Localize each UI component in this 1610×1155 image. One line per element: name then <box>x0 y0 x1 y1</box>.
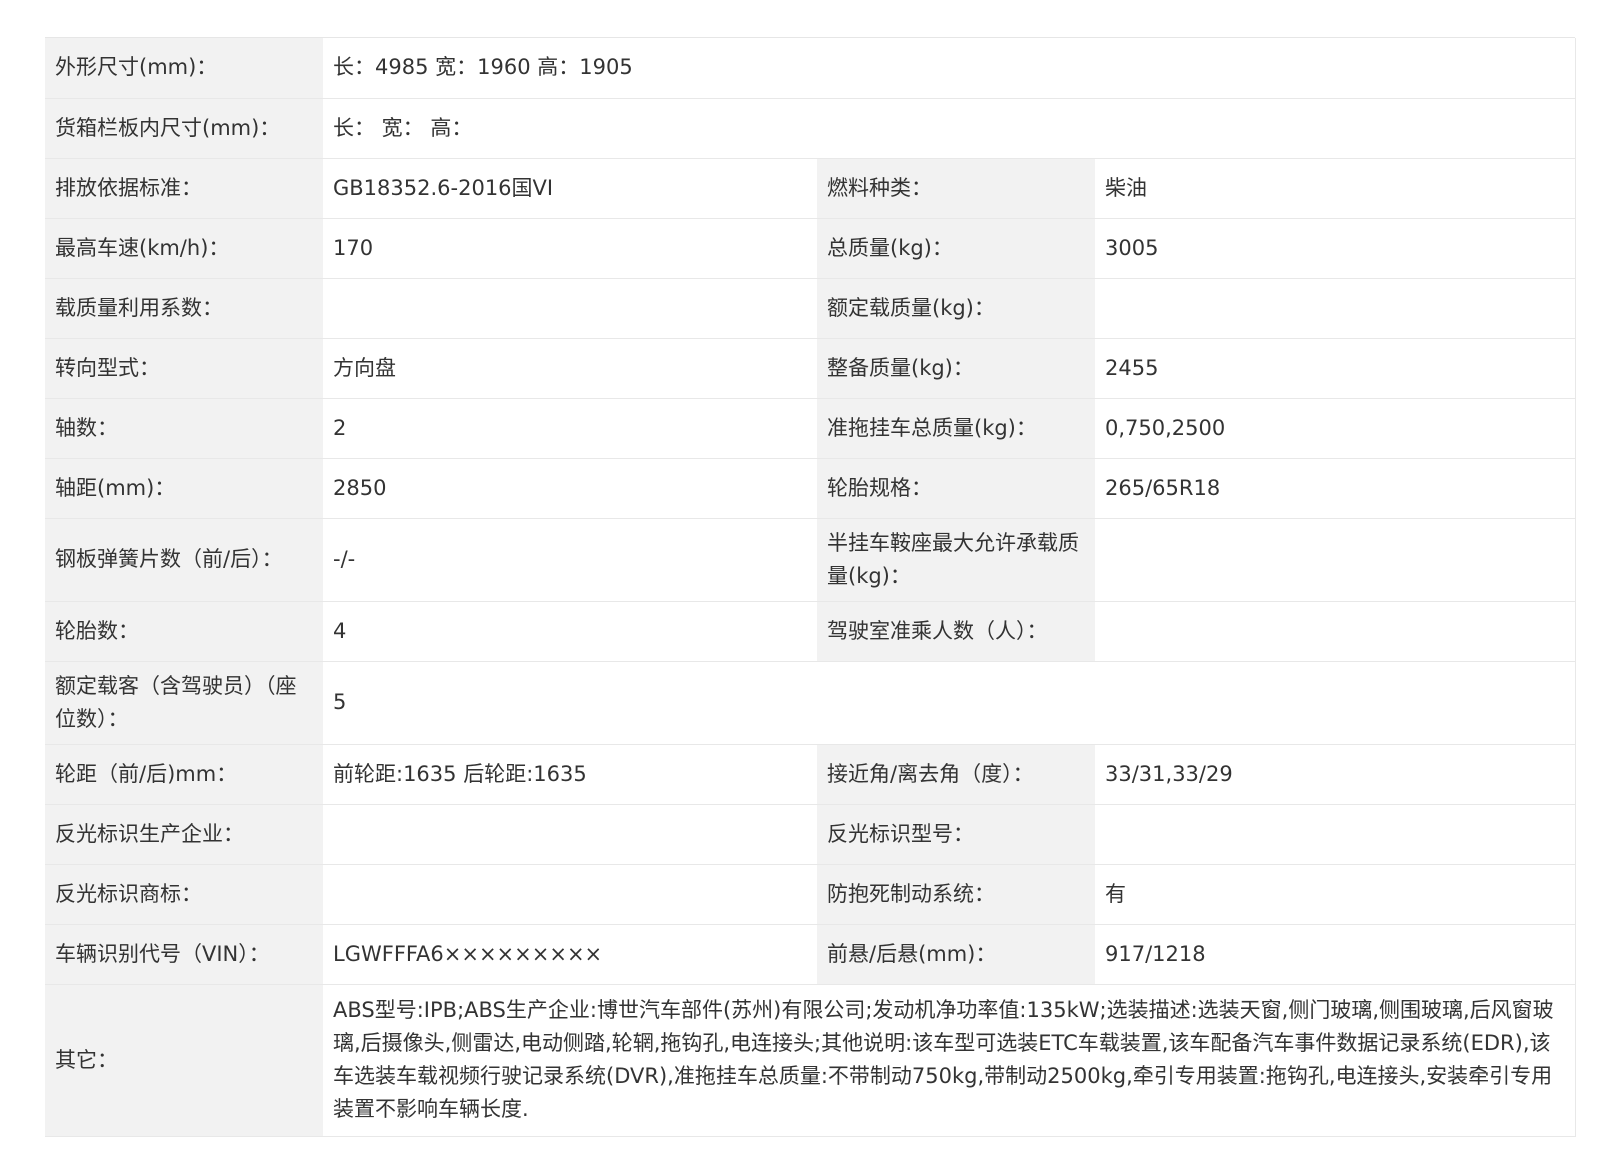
spec-value: 方向盘 <box>323 338 817 399</box>
spec-row: 轮胎数： 4 驾驶室准乘人数（人）： <box>45 601 1576 662</box>
spec-value: 长：4985 宽：1960 高：1905 <box>323 38 1576 99</box>
spec-label: 车辆识别代号（VIN）： <box>45 924 323 985</box>
spec-label: 外形尺寸(mm)： <box>45 38 323 99</box>
spec-label: 准拖挂车总质量(kg)： <box>817 398 1095 459</box>
spec-label: 驾驶室准乘人数（人）： <box>817 601 1095 662</box>
spec-label: 轴数： <box>45 398 323 459</box>
spec-label: 额定载客（含驾驶员）（座位数）： <box>45 661 323 745</box>
spec-row: 钢板弹簧片数（前/后）： -/- 半挂车鞍座最大允许承载质量(kg)： <box>45 518 1576 602</box>
spec-row: 外形尺寸(mm)： 长：4985 宽：1960 高：1905 <box>45 38 1576 99</box>
spec-row: 货箱栏板内尺寸(mm)： 长： 宽： 高： <box>45 98 1576 159</box>
spec-value <box>323 804 817 865</box>
spec-label: 整备质量(kg)： <box>817 338 1095 399</box>
spec-value: 2850 <box>323 458 817 519</box>
spec-label: 前悬/后悬(mm)： <box>817 924 1095 985</box>
spec-value: 2455 <box>1095 338 1576 399</box>
spec-label: 半挂车鞍座最大允许承载质量(kg)： <box>817 518 1095 602</box>
spec-label: 轮胎规格： <box>817 458 1095 519</box>
spec-row: 轴数： 2 准拖挂车总质量(kg)： 0,750,2500 <box>45 398 1576 459</box>
spec-row: 车辆识别代号（VIN）： LGWFFFA6××××××××× 前悬/后悬(mm)： 9… <box>45 924 1576 985</box>
spec-row: 反光标识生产企业： 反光标识型号： <box>45 804 1576 865</box>
spec-table: 外形尺寸(mm)： 长：4985 宽：1960 高：1905 货箱栏板内尺寸(mm)… <box>45 38 1576 1137</box>
spec-value: 917/1218 <box>1095 924 1576 985</box>
spec-label: 总质量(kg)： <box>817 218 1095 279</box>
spec-label: 轮距（前/后)mm： <box>45 744 323 805</box>
spec-value: 170 <box>323 218 817 279</box>
spec-value: 柴油 <box>1095 158 1576 219</box>
spec-table-body: 外形尺寸(mm)： 长：4985 宽：1960 高：1905 货箱栏板内尺寸(mm)… <box>45 38 1576 1137</box>
spec-row: 最高车速(km/h)： 170 总质量(kg)： 3005 <box>45 218 1576 279</box>
spec-value <box>1095 278 1576 339</box>
spec-value: LGWFFFA6××××××××× <box>323 924 817 985</box>
spec-value: -/- <box>323 518 817 602</box>
spec-label: 最高车速(km/h)： <box>45 218 323 279</box>
spec-value <box>323 278 817 339</box>
spec-value: 4 <box>323 601 817 662</box>
spec-value: 265/65R18 <box>1095 458 1576 519</box>
spec-value: 33/31,33/29 <box>1095 744 1576 805</box>
spec-label: 排放依据标准： <box>45 158 323 219</box>
spec-value: 0,750,2500 <box>1095 398 1576 459</box>
spec-value: GB18352.6-2016国VI <box>323 158 817 219</box>
spec-label: 反光标识商标： <box>45 864 323 925</box>
spec-label: 货箱栏板内尺寸(mm)： <box>45 98 323 159</box>
spec-label: 反光标识生产企业： <box>45 804 323 865</box>
spec-value: 前轮距:1635 后轮距:1635 <box>323 744 817 805</box>
vehicle-spec-sheet: 外形尺寸(mm)： 长：4985 宽：1960 高：1905 货箱栏板内尺寸(mm)… <box>45 37 1576 1137</box>
spec-value: 2 <box>323 398 817 459</box>
spec-label: 其它： <box>45 984 323 1137</box>
spec-row: 轴距(mm)： 2850 轮胎规格： 265/65R18 <box>45 458 1576 519</box>
spec-value: 5 <box>323 661 1576 745</box>
spec-label: 接近角/离去角（度）： <box>817 744 1095 805</box>
spec-value <box>1095 518 1576 602</box>
spec-label: 转向型式： <box>45 338 323 399</box>
spec-label: 轮胎数： <box>45 601 323 662</box>
spec-row: 排放依据标准： GB18352.6-2016国VI 燃料种类： 柴油 <box>45 158 1576 219</box>
spec-label: 防抱死制动系统： <box>817 864 1095 925</box>
spec-row: 其它： ABS型号:IPB;ABS生产企业:博世汽车部件(苏州)有限公司;发动机净… <box>45 984 1576 1137</box>
spec-value <box>323 864 817 925</box>
spec-label: 载质量利用系数： <box>45 278 323 339</box>
spec-label: 反光标识型号： <box>817 804 1095 865</box>
spec-row: 轮距（前/后)mm： 前轮距:1635 后轮距:1635 接近角/离去角（度）： 33… <box>45 744 1576 805</box>
spec-value: 有 <box>1095 864 1576 925</box>
spec-value: 3005 <box>1095 218 1576 279</box>
spec-value <box>1095 804 1576 865</box>
spec-label: 轴距(mm)： <box>45 458 323 519</box>
spec-value <box>1095 601 1576 662</box>
spec-label: 额定载质量(kg)： <box>817 278 1095 339</box>
spec-row: 额定载客（含驾驶员）（座位数）： 5 <box>45 661 1576 745</box>
spec-label: 钢板弹簧片数（前/后）： <box>45 518 323 602</box>
spec-value: 长： 宽： 高： <box>323 98 1576 159</box>
spec-value: ABS型号:IPB;ABS生产企业:博世汽车部件(苏州)有限公司;发动机净功率值… <box>323 984 1576 1137</box>
spec-row: 转向型式： 方向盘 整备质量(kg)： 2455 <box>45 338 1576 399</box>
spec-row: 反光标识商标： 防抱死制动系统：有 <box>45 864 1576 925</box>
spec-label: 燃料种类： <box>817 158 1095 219</box>
spec-row: 载质量利用系数： 额定载质量(kg)： <box>45 278 1576 339</box>
